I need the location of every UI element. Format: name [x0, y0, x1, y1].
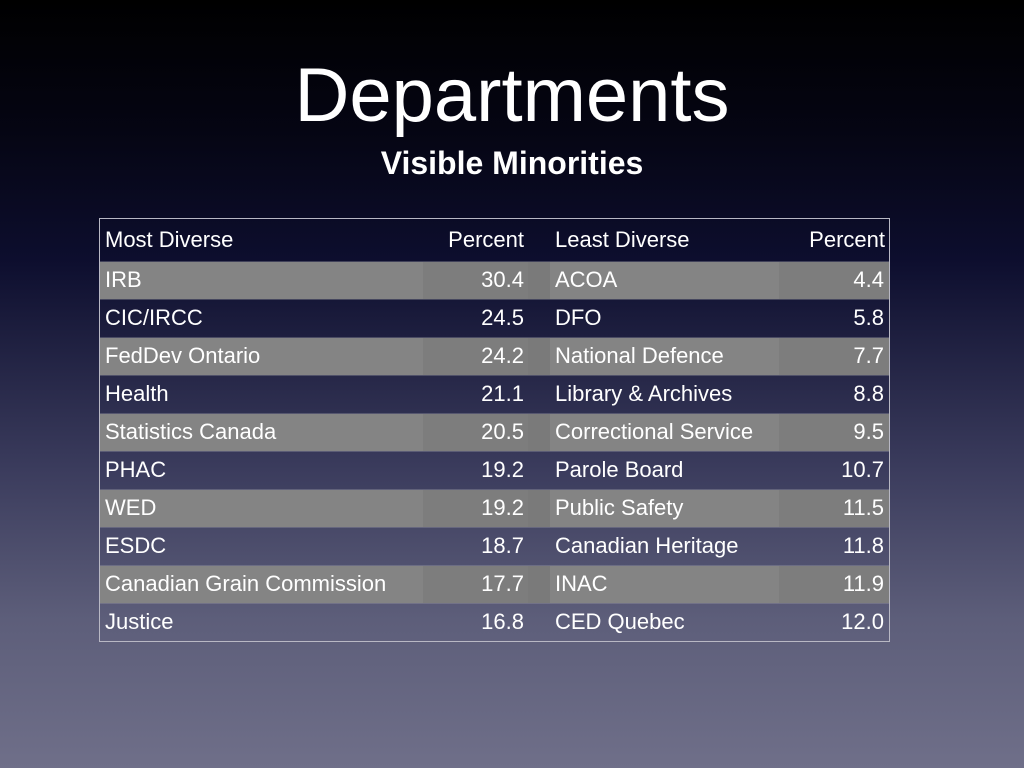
least-diverse-cell: Canadian Heritage [550, 526, 779, 565]
least-diverse-cell: Public Safety [550, 488, 779, 527]
most-diverse-cell: Justice [100, 602, 423, 641]
gap-cell [528, 450, 550, 489]
most-percent-cell: 16.8 [423, 602, 528, 641]
least-diverse-cell: Parole Board [550, 450, 779, 489]
table-row: Justice 16.8 CED Quebec 12.0 [100, 602, 889, 641]
slide-subtitle: Visible Minorities [380, 145, 644, 181]
table-row: Health 21.1 Library & Archives 8.8 [100, 374, 889, 413]
table-header-row: Most Diverse Percent Least Diverse Perce… [100, 219, 889, 261]
most-percent-cell: 30.4 [423, 260, 528, 299]
slide: Departments Visible Minorities Most Dive… [0, 0, 1024, 768]
most-percent-cell: 21.1 [423, 374, 528, 413]
slide-title: Departments [294, 53, 730, 138]
least-diverse-cell: Correctional Service [550, 412, 779, 451]
most-diverse-cell: WED [100, 488, 423, 527]
table-row: Statistics Canada 20.5 Correctional Serv… [100, 412, 889, 451]
gap-cell [528, 412, 550, 451]
least-percent-cell: 5.8 [779, 298, 889, 337]
most-percent-cell: 24.2 [423, 336, 528, 375]
least-percent-cell: 4.4 [779, 260, 889, 299]
least-percent-cell: 11.8 [779, 526, 889, 565]
most-diverse-cell: FedDev Ontario [100, 336, 423, 375]
most-diverse-cell: IRB [100, 260, 423, 299]
gap-cell [528, 336, 550, 375]
header-most-diverse: Most Diverse [105, 226, 234, 252]
gap-cell [528, 602, 550, 641]
least-diverse-cell: ACOA [550, 260, 779, 299]
least-percent-cell: 12.0 [779, 602, 889, 641]
least-diverse-cell: INAC [550, 564, 779, 603]
gap-cell [528, 298, 550, 337]
gap-cell [528, 374, 550, 413]
gap-cell [528, 564, 550, 603]
least-diverse-cell: National Defence [550, 336, 779, 375]
table-row: WED 19.2 Public Safety 11.5 [100, 488, 889, 527]
most-percent-cell: 18.7 [423, 526, 528, 565]
table-row: CIC/IRCC 24.5 DFO 5.8 [100, 298, 889, 337]
table-row: IRB 30.4 ACOA 4.4 [100, 260, 889, 299]
least-percent-cell: 10.7 [779, 450, 889, 489]
least-percent-cell: 7.7 [779, 336, 889, 375]
header-least-diverse: Least Diverse [555, 226, 690, 252]
table-row: ESDC 18.7 Canadian Heritage 11.8 [100, 526, 889, 565]
least-percent-cell: 9.5 [779, 412, 889, 451]
gap-cell [528, 260, 550, 299]
table-row: Canadian Grain Commission 17.7 INAC 11.9 [100, 564, 889, 603]
least-diverse-cell: Library & Archives [550, 374, 779, 413]
table-body: IRB 30.4 ACOA 4.4 CIC/IRCC 24.5 DFO 5.8 … [100, 260, 889, 641]
most-percent-cell: 17.7 [423, 564, 528, 603]
most-diverse-cell: PHAC [100, 450, 423, 489]
least-diverse-cell: CED Quebec [550, 602, 779, 641]
most-diverse-cell: ESDC [100, 526, 423, 565]
least-percent-cell: 11.5 [779, 488, 889, 527]
most-percent-cell: 20.5 [423, 412, 528, 451]
gap-cell [528, 526, 550, 565]
most-percent-cell: 19.2 [423, 488, 528, 527]
least-diverse-cell: DFO [550, 298, 779, 337]
header-most-percent: Percent [448, 226, 524, 252]
most-diverse-cell: CIC/IRCC [100, 298, 423, 337]
least-percent-cell: 11.9 [779, 564, 889, 603]
header-gap [528, 219, 550, 261]
gap-cell [528, 488, 550, 527]
most-diverse-cell: Canadian Grain Commission [100, 564, 423, 603]
least-percent-cell: 8.8 [779, 374, 889, 413]
most-percent-cell: 24.5 [423, 298, 528, 337]
table-row: PHAC 19.2 Parole Board 10.7 [100, 450, 889, 489]
most-diverse-cell: Statistics Canada [100, 412, 423, 451]
table-row: FedDev Ontario 24.2 National Defence 7.7 [100, 336, 889, 375]
most-percent-cell: 19.2 [423, 450, 528, 489]
most-diverse-cell: Health [100, 374, 423, 413]
departments-table: Most Diverse Percent Least Diverse Perce… [99, 218, 890, 642]
header-least-percent: Percent [809, 226, 885, 252]
